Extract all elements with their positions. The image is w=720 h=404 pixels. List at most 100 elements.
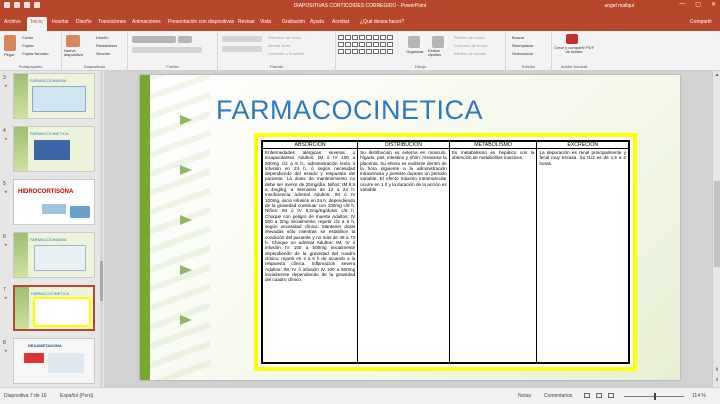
header-metabolismo[interactable]: METABOLISMO: [448, 141, 538, 149]
list-buttons[interactable]: [222, 36, 262, 42]
tab-revisar[interactable]: Revisar: [238, 19, 255, 25]
quick-styles-icon[interactable]: [432, 36, 444, 48]
tab-vista[interactable]: Vista: [260, 19, 271, 25]
tab-transiciones[interactable]: Transiciones: [98, 19, 126, 25]
section-button[interactable]: Sección: [96, 51, 110, 56]
tab-presentacion[interactable]: Presentación con diapositivas: [168, 19, 234, 25]
tab-insertar[interactable]: Insertar: [52, 19, 69, 25]
align-text-button[interactable]: Alinear texto: [268, 43, 290, 48]
thumbnails-scrollbar[interactable]: [100, 71, 103, 387]
find-button[interactable]: Buscar: [512, 35, 524, 40]
slide-thumbnail[interactable]: HIDROCORTISONA: [13, 179, 95, 225]
pharmacokinetics-table[interactable]: ABSORCION DISTRIBUCION METABOLISMO EXCRE…: [261, 141, 629, 363]
shapes-gallery[interactable]: [338, 35, 394, 55]
thumbnail-title: FARMACOCINETICA: [31, 291, 70, 296]
cell-metabolismo[interactable]: Su metabolismo es hepático con la obtenc…: [448, 148, 538, 363]
zoom-slider[interactable]: [624, 393, 684, 400]
pdf-icon[interactable]: [566, 34, 578, 44]
new-slide-icon[interactable]: [66, 35, 80, 47]
normal-view-icon[interactable]: [584, 393, 590, 398]
minimize-button[interactable]: —: [679, 1, 685, 8]
slide-thumbnail[interactable]: FARMACODINAMIA: [13, 232, 95, 278]
slide-thumbnail[interactable]: DEXAMETASONA: [13, 338, 95, 384]
font-format-buttons[interactable]: [132, 47, 202, 53]
tab-grabacion[interactable]: Grabación: [282, 19, 305, 25]
slide-title[interactable]: FARMACOCINETICA: [216, 95, 483, 126]
scrollbar-thumb[interactable]: [714, 181, 720, 267]
header-distribucion[interactable]: DISTRIBUCION: [357, 141, 450, 149]
comments-button[interactable]: Comentarios: [544, 393, 572, 399]
cell-excrecion[interactable]: La depuración es renal principalmente y …: [536, 148, 629, 363]
slide-thumbnail[interactable]: FARMACODINAMIA: [13, 73, 95, 119]
select-button[interactable]: Seleccionar: [512, 51, 533, 56]
tab-ayuda[interactable]: Ayuda: [310, 19, 324, 25]
thumbnail-image: [42, 204, 66, 214]
shape-effects-button[interactable]: Efectos de formas: [454, 51, 486, 56]
slide-thumbnail[interactable]: FARMACOCINETICA: [13, 126, 95, 172]
thumbnail-row[interactable]: 8 ★ DEXAMETASONA: [0, 338, 104, 387]
format-painter-button[interactable]: Copiar formato: [22, 51, 48, 56]
paste-icon[interactable]: [4, 35, 16, 51]
shape-outline-button[interactable]: Contorno de forma: [454, 43, 487, 48]
group-parrafo: Dirección del texto Alinear texto Conver…: [218, 32, 336, 70]
table-frame[interactable]: ABSORCION DISTRIBUCION METABOLISMO EXCRE…: [254, 133, 637, 371]
thumbnail-number: 6: [3, 234, 6, 240]
arrange-icon[interactable]: [408, 36, 420, 48]
new-slide-button[interactable]: Nueva diapositiva: [64, 49, 90, 57]
tab-diseno[interactable]: Diseño: [76, 19, 92, 25]
reading-view-icon[interactable]: [608, 393, 614, 398]
close-button[interactable]: ✕: [711, 1, 716, 8]
thumbnail-title: FARMACODINAMIA: [30, 237, 67, 242]
animation-star-icon: ★: [4, 189, 8, 194]
thumbnail-number: 5: [3, 181, 6, 187]
zoom-level[interactable]: 114 %: [692, 393, 706, 399]
tell-me-search[interactable]: ¿Qué desea hacer?: [360, 19, 404, 25]
header-absorcion[interactable]: ABSORCION: [261, 141, 359, 149]
prev-slide-icon[interactable]: ⇞: [714, 367, 720, 373]
cut-button[interactable]: Cortar: [22, 35, 33, 40]
thumbnail-row[interactable]: 7 ★ FARMACOCINETICA: [0, 285, 104, 335]
reset-button[interactable]: Restablecer: [96, 43, 117, 48]
replace-button[interactable]: Reemplazar: [512, 43, 534, 48]
paste-button[interactable]: Pegar: [4, 52, 15, 57]
shape-fill-button[interactable]: Relleno de forma: [454, 35, 484, 40]
smartart-button[interactable]: Convertir a SmartArt: [268, 51, 304, 56]
share-button[interactable]: Compartir: [690, 19, 712, 25]
tab-inicio[interactable]: Inicio: [27, 17, 47, 31]
group-edicion: Buscar Reemplazar Seleccionar Edición: [506, 32, 552, 70]
animation-star-icon: ★: [4, 83, 8, 88]
thumbnail-row[interactable]: 6 ★ FARMACODINAMIA: [0, 232, 104, 282]
thumbnail-row[interactable]: 3 ★ FARMACODINAMIA: [0, 73, 104, 123]
thumbnail-row[interactable]: 5 ★ HIDROCORTISONA: [0, 179, 104, 229]
editor-scrollbar[interactable]: ▲ ⇞ ⇟: [712, 71, 720, 387]
slide-sorter-icon[interactable]: [596, 393, 602, 398]
notes-button[interactable]: Notas: [518, 393, 531, 399]
thumbnail-table: [33, 297, 91, 327]
header-excrecion[interactable]: EXCRECION: [536, 141, 629, 149]
user-name[interactable]: angel mallqui: [605, 3, 634, 9]
current-slide[interactable]: FARMACOCINETICA ABSORCION DISTRIBUCION M…: [140, 75, 680, 380]
text-direction-button[interactable]: Dirección del texto: [268, 35, 301, 40]
slide-thumbnail-selected[interactable]: FARMACOCINETICA: [13, 285, 95, 331]
font-size-dropdown[interactable]: [178, 36, 192, 43]
scroll-up-icon[interactable]: ▲: [714, 72, 720, 78]
language-indicator[interactable]: Español (Perú): [60, 393, 93, 399]
cell-distribucion[interactable]: Su distribución es externa en músculo, h…: [357, 148, 450, 363]
tab-animaciones[interactable]: Animaciones: [132, 19, 161, 25]
tab-acrobat[interactable]: Acrobat: [332, 19, 349, 25]
create-pdf-button[interactable]: Crear y compartir PDF de Adobe: [554, 46, 594, 54]
tab-archivo[interactable]: Archivo: [4, 19, 21, 25]
maximize-button[interactable]: ▢: [695, 1, 701, 8]
layout-button[interactable]: Diseño: [96, 35, 108, 40]
next-slide-icon[interactable]: ⇟: [714, 377, 720, 383]
cell-absorcion[interactable]: Enfermedades alérgicas severas o incapac…: [261, 148, 359, 363]
copy-button[interactable]: Copiar: [22, 43, 34, 48]
thumbnail-image: [32, 86, 86, 112]
font-name-dropdown[interactable]: [132, 36, 176, 43]
thumbnail-row[interactable]: 4 ★ FARMACOCINETICA: [0, 126, 104, 176]
group-label: Adobe Acrobat: [560, 64, 588, 69]
align-buttons[interactable]: [222, 46, 262, 52]
quick-styles-button[interactable]: Estilos rápidos: [428, 49, 450, 57]
group-label: Fuente: [166, 64, 179, 69]
arrange-button[interactable]: Organizar: [406, 49, 424, 54]
